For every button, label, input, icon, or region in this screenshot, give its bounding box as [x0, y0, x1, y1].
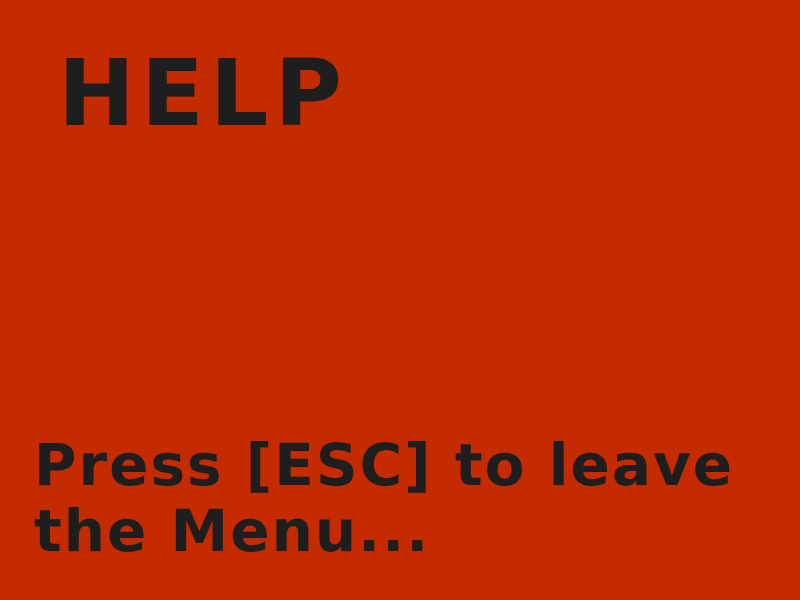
exit-instruction-line-2: the Menu...	[34, 497, 431, 565]
exit-instruction-line-1: Press [ESC] to leave	[34, 431, 735, 499]
help-screen: HELP Press [ESC] to leave the Menu...	[0, 0, 800, 600]
screen-title: HELP	[58, 40, 348, 147]
exit-instruction: Press [ESC] to leave the Menu...	[34, 432, 774, 564]
